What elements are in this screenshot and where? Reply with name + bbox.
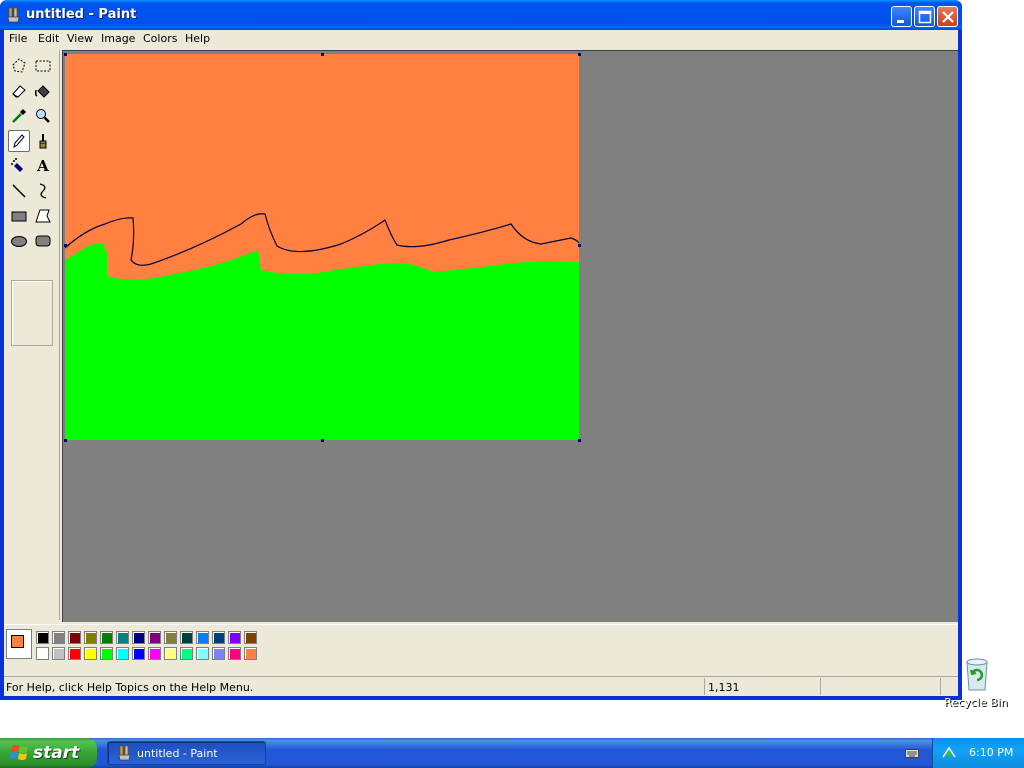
palette-color-swatch[interactable]: [132, 631, 145, 644]
menu-bar: File Edit View Image Colors Help: [4, 30, 958, 48]
cursor-coordinates: 1,131: [708, 681, 740, 694]
close-button[interactable]: [937, 6, 958, 27]
palette-color-swatch[interactable]: [244, 631, 257, 644]
palette-color-swatch[interactable]: [228, 631, 241, 644]
menu-edit[interactable]: Edit: [38, 32, 59, 45]
line-tool[interactable]: [8, 180, 30, 202]
free-form-select-tool[interactable]: [8, 55, 30, 77]
taskbar-paint-label: untitled - Paint: [137, 747, 218, 760]
resize-handle: [321, 53, 324, 56]
palette-color-swatch[interactable]: [116, 631, 129, 644]
resize-handle: [578, 53, 581, 56]
palette-color-swatch[interactable]: [52, 647, 65, 660]
resize-handle: [64, 244, 67, 247]
status-cell-size: [820, 678, 940, 695]
windows-logo-icon: [10, 745, 28, 760]
taskbar: start untitled - Paint 6:10 PM: [0, 738, 1024, 768]
palette-color-swatch[interactable]: [84, 647, 97, 660]
recycle-bin-label: Recycle Bin: [944, 696, 1008, 709]
palette-color-swatch[interactable]: [164, 647, 177, 660]
menu-view[interactable]: View: [67, 32, 93, 45]
paint-window: untitled - Paint File Edit View Image Co…: [0, 0, 962, 700]
palette-color-swatch[interactable]: [164, 631, 177, 644]
pick-color-tool[interactable]: [8, 105, 30, 127]
taskbar-paint-button[interactable]: untitled - Paint: [107, 741, 266, 765]
rounded-rectangle-tool[interactable]: [32, 230, 54, 252]
palette-color-swatch[interactable]: [180, 631, 193, 644]
magnifier-tool[interactable]: [32, 105, 54, 127]
network-icon[interactable]: [941, 745, 957, 761]
canvas-workspace: [62, 50, 958, 622]
palette-color-swatch[interactable]: [116, 647, 129, 660]
eraser-tool[interactable]: [8, 80, 30, 102]
palette-color-swatch[interactable]: [68, 647, 81, 660]
paint-app-icon[interactable]: [6, 7, 22, 23]
maximize-button[interactable]: [914, 6, 935, 27]
palette-color-swatch[interactable]: [196, 631, 209, 644]
palette-color-swatch[interactable]: [68, 631, 81, 644]
polygon-tool[interactable]: [32, 205, 54, 227]
color-palette: [4, 624, 958, 668]
tool-options-panel[interactable]: [11, 280, 53, 346]
palette-color-swatch[interactable]: [212, 647, 225, 660]
palette-color-swatch[interactable]: [244, 647, 257, 660]
palette-color-swatch[interactable]: [148, 647, 161, 660]
ellipse-tool[interactable]: [8, 230, 30, 252]
status-help-text: For Help, click Help Topics on the Help …: [6, 681, 254, 694]
client-area: File Edit View Image Colors Help A For H…: [4, 30, 958, 696]
minimize-button[interactable]: [891, 6, 912, 27]
palette-color-swatch[interactable]: [132, 647, 145, 660]
palette-color-swatch[interactable]: [212, 631, 225, 644]
menu-image[interactable]: Image: [101, 32, 135, 45]
fill-with-color-tool[interactable]: [32, 80, 54, 102]
status-bar: For Help, click Help Topics on the Help …: [4, 676, 958, 696]
keyboard-icon[interactable]: [905, 747, 919, 759]
resize-handle-corner[interactable]: [578, 439, 581, 442]
recycle-bin[interactable]: Recycle Bin: [944, 656, 1010, 712]
palette-color-swatch[interactable]: [180, 647, 193, 660]
pencil-tool[interactable]: [8, 130, 30, 152]
palette-color-swatch[interactable]: [228, 647, 241, 660]
current-colors-indicator[interactable]: [6, 629, 32, 659]
drawing-canvas[interactable]: [65, 54, 579, 440]
palette-color-swatch[interactable]: [52, 631, 65, 644]
system-tray: 6:10 PM: [932, 738, 1024, 768]
start-label: start: [33, 743, 80, 763]
clock[interactable]: 6:10 PM: [969, 746, 1013, 759]
curve-tool[interactable]: [32, 180, 54, 202]
start-button[interactable]: start: [0, 738, 97, 768]
palette-color-swatch[interactable]: [196, 647, 209, 660]
palette-color-swatch[interactable]: [36, 631, 49, 644]
palette-color-swatch[interactable]: [100, 647, 113, 660]
airbrush-tool[interactable]: [8, 155, 30, 177]
tool-box: A: [4, 50, 60, 620]
foreground-color[interactable]: [11, 635, 24, 648]
rectangle-tool[interactable]: [8, 205, 30, 227]
recycle-bin-icon: [966, 658, 988, 691]
resize-handle-bottom[interactable]: [321, 439, 324, 442]
title-bar[interactable]: untitled - Paint: [0, 0, 962, 30]
menu-file[interactable]: File: [9, 32, 27, 45]
paint-task-icon: [118, 745, 131, 761]
brush-tool[interactable]: [32, 130, 54, 152]
rect-select-tool[interactable]: [32, 55, 54, 77]
palette-color-swatch[interactable]: [84, 631, 97, 644]
resize-handle-right[interactable]: [578, 244, 581, 247]
resize-handle: [64, 439, 67, 442]
text-tool[interactable]: A: [32, 155, 54, 177]
menu-help[interactable]: Help: [185, 32, 210, 45]
window-title: untitled - Paint: [26, 7, 137, 22]
resize-handle: [64, 53, 67, 56]
menu-colors[interactable]: Colors: [143, 32, 177, 45]
palette-color-swatch[interactable]: [100, 631, 113, 644]
palette-color-swatch[interactable]: [148, 631, 161, 644]
palette-color-swatch[interactable]: [36, 647, 49, 660]
